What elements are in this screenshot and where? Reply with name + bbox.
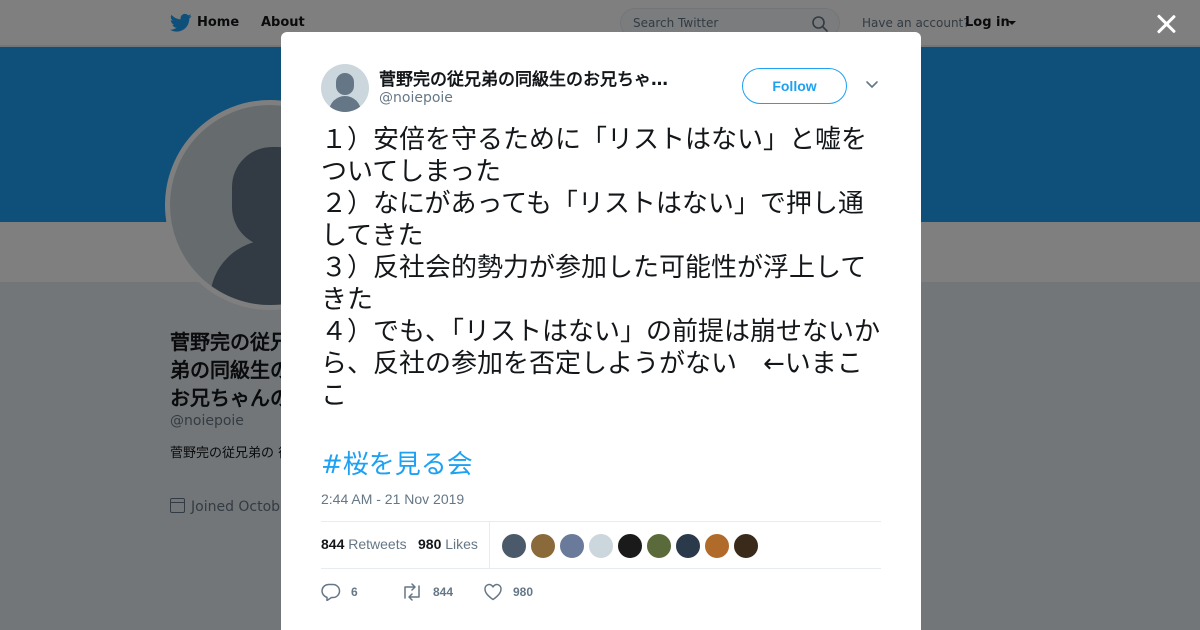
tweet-timestamp[interactable]: 2:44 AM - 21 Nov 2019 bbox=[321, 491, 464, 507]
tweet-modal: 菅野完の従兄弟の同級生のお兄ちゃ… @noiepoie Follow １）安倍を… bbox=[281, 32, 921, 630]
liker-avatar[interactable] bbox=[733, 533, 759, 559]
heart-icon bbox=[484, 583, 502, 601]
reply-icon bbox=[321, 583, 341, 601]
retweets-label: Retweets bbox=[348, 536, 407, 552]
like-button[interactable]: 980 bbox=[483, 580, 533, 604]
follow-button[interactable]: Follow bbox=[742, 68, 847, 104]
author-avatar[interactable] bbox=[321, 64, 369, 112]
liker-avatar[interactable] bbox=[530, 533, 556, 559]
tweet-actions: 6 844 980 bbox=[321, 580, 881, 604]
avatar-body-shape bbox=[329, 96, 361, 112]
avatar-head-shape bbox=[336, 73, 354, 95]
hashtag-link[interactable]: #桜を見る会 bbox=[321, 444, 473, 481]
reply-count: 6 bbox=[351, 585, 358, 599]
author-name[interactable]: 菅野完の従兄弟の同級生のお兄ちゃ… bbox=[379, 65, 689, 90]
like-count: 980 bbox=[513, 585, 534, 599]
liker-avatar[interactable] bbox=[675, 533, 701, 559]
stats-divider bbox=[489, 522, 490, 568]
liker-avatar[interactable] bbox=[559, 533, 585, 559]
likes-stat[interactable]: 980 Likes bbox=[418, 536, 478, 552]
tweet-text: １）安倍を守るために「リストはない」と嘘をついてしまった ２）なにがあっても「リ… bbox=[321, 125, 881, 411]
author-handle[interactable]: @noiepoie bbox=[379, 90, 453, 106]
liker-avatar[interactable] bbox=[646, 533, 672, 559]
retweets-count: 844 bbox=[321, 536, 345, 552]
chevron-down-icon[interactable] bbox=[865, 80, 879, 90]
tweet-stats: 844 Retweets 980 Likes bbox=[321, 521, 881, 569]
reply-button[interactable]: 6 bbox=[321, 580, 358, 604]
retweet-icon bbox=[404, 583, 420, 601]
close-button[interactable] bbox=[1152, 10, 1180, 38]
likes-label: Likes bbox=[445, 536, 478, 552]
retweets-stat[interactable]: 844 Retweets bbox=[321, 536, 407, 552]
liker-avatar[interactable] bbox=[588, 533, 614, 559]
retweet-count: 844 bbox=[433, 585, 454, 599]
liker-avatar[interactable] bbox=[501, 533, 527, 559]
liker-avatar[interactable] bbox=[704, 533, 730, 559]
retweet-button[interactable]: 844 bbox=[401, 580, 453, 604]
liker-avatar[interactable] bbox=[617, 533, 643, 559]
likes-count: 980 bbox=[418, 536, 442, 552]
